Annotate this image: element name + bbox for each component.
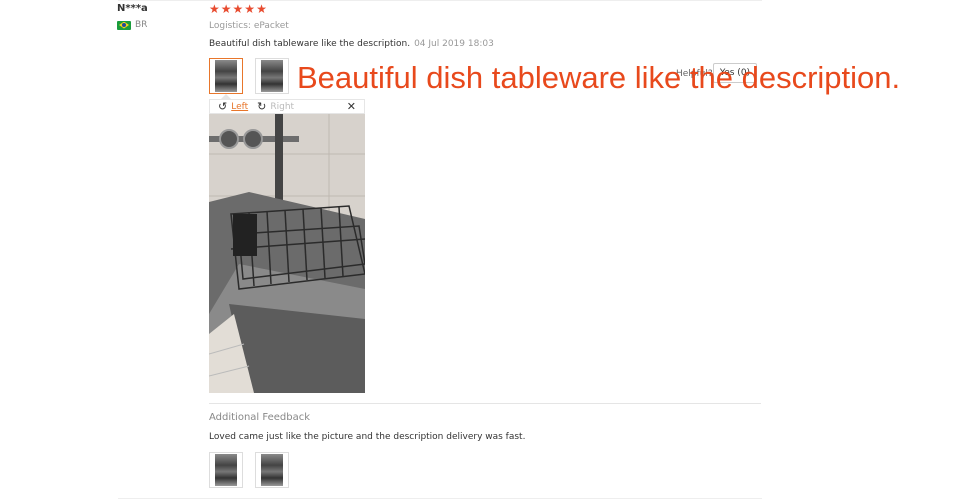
top-divider xyxy=(118,0,762,1)
logistics-info: Logistics: ePacket xyxy=(209,21,289,31)
image-rotate-toolbar: ↺ Left ↻ Right ✕ xyxy=(209,99,365,114)
review-text: Beautiful dish tableware like the descri… xyxy=(209,39,411,49)
review-text-line: Beautiful dish tableware like the descri… xyxy=(209,39,494,49)
additional-photo-thumbnail-2[interactable] xyxy=(255,452,289,488)
brazil-flag-icon xyxy=(117,20,131,30)
review-photo-large[interactable] xyxy=(209,114,365,393)
overlay-caption: Beautiful dish tableware like the descri… xyxy=(297,60,901,95)
country-code: BR xyxy=(135,20,148,30)
photo-thumbnail-image xyxy=(261,454,283,486)
review-page: N***a BR ★ ★ ★ ★ ★ Logistics: ePacket Be… xyxy=(0,0,960,500)
photo-thumbnail-1[interactable] xyxy=(209,58,243,94)
additional-photo-thumbnails xyxy=(209,452,289,488)
rotate-right-icon[interactable]: ↻ xyxy=(257,101,266,112)
bottom-divider xyxy=(118,498,762,499)
star-icon: ★ xyxy=(256,2,267,16)
additional-feedback-title: Additional Feedback xyxy=(209,412,311,423)
rotate-left-icon[interactable]: ↺ xyxy=(218,101,227,112)
section-divider xyxy=(209,403,761,404)
reviewer-name: N***a xyxy=(117,3,148,14)
photo-thumbnail-image xyxy=(215,454,237,486)
additional-feedback-text: Loved came just like the picture and the… xyxy=(209,432,526,442)
photo-thumbnail-2[interactable] xyxy=(255,58,289,94)
reviewer-country: BR xyxy=(117,20,147,30)
star-icon: ★ xyxy=(232,2,244,16)
photo-thumbnail-image xyxy=(261,60,283,92)
photo-thumbnail-image xyxy=(215,60,237,92)
dish-rack-photo xyxy=(209,114,365,393)
close-icon[interactable]: ✕ xyxy=(347,100,356,113)
star-icon: ★ xyxy=(220,2,232,16)
rotate-left-link[interactable]: Left xyxy=(231,102,248,112)
star-icon: ★ xyxy=(209,2,220,16)
star-rating: ★ ★ ★ ★ ★ xyxy=(209,3,267,15)
star-icon: ★ xyxy=(244,2,256,16)
rotate-right-link[interactable]: Right xyxy=(270,102,294,112)
additional-photo-thumbnail-1[interactable] xyxy=(209,452,243,488)
review-date: 04 Jul 2019 18:03 xyxy=(414,39,494,49)
review-photo-thumbnails xyxy=(209,58,289,94)
